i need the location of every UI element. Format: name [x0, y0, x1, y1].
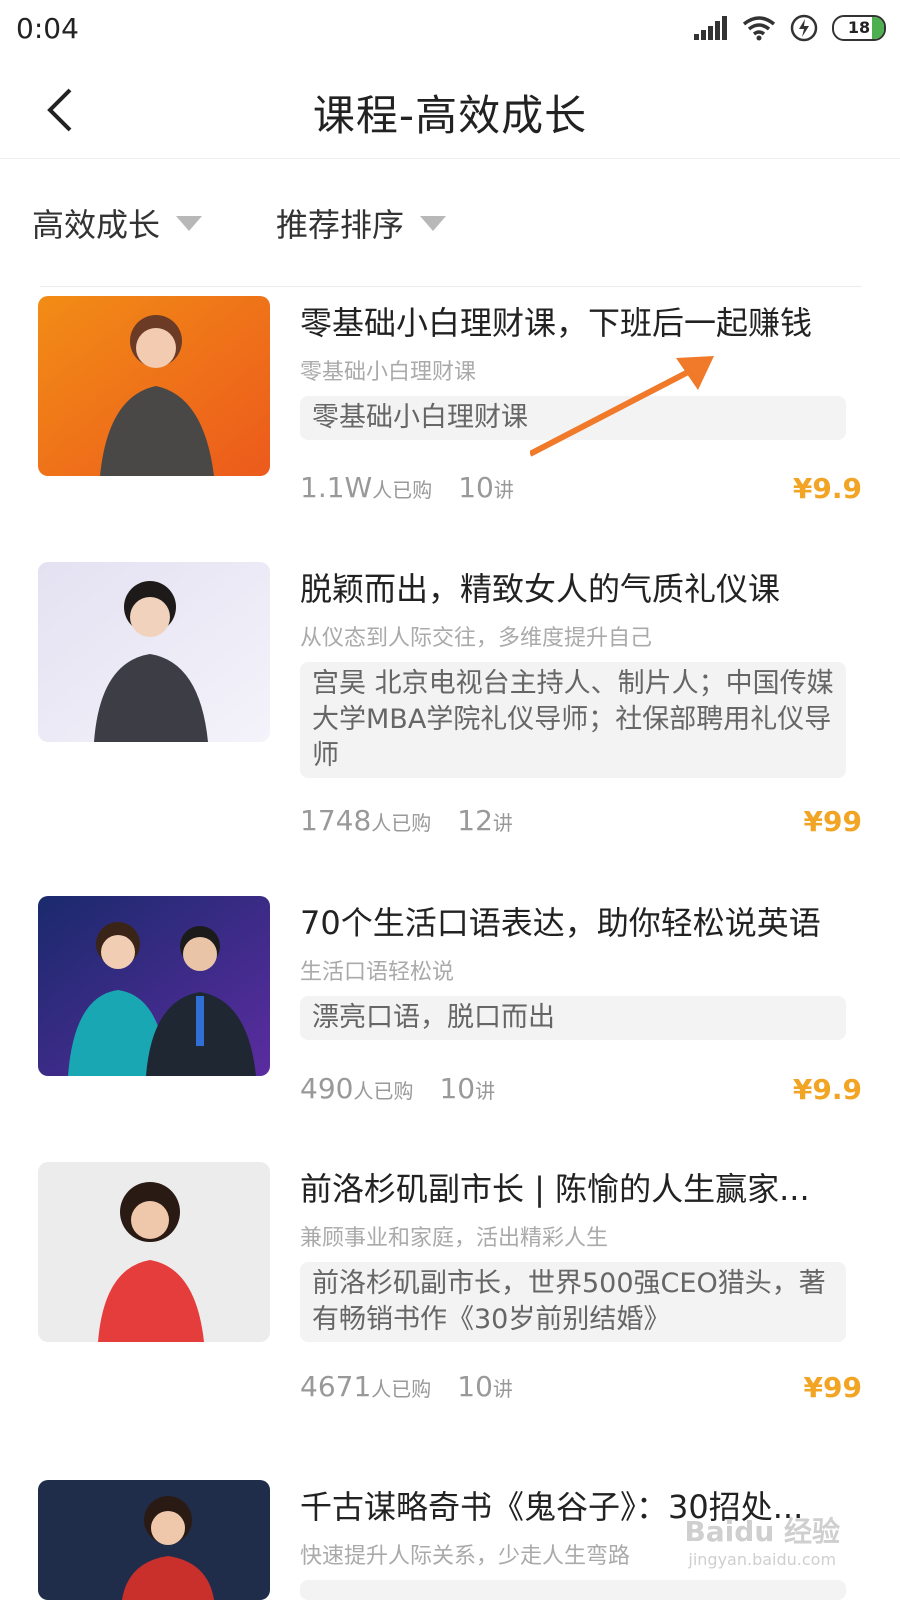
- dropdown-arrow-icon: [420, 215, 447, 231]
- buyers-suffix: 人已购: [371, 811, 432, 835]
- buyers-count: 4671: [300, 1370, 372, 1403]
- course-price: ¥99: [803, 805, 862, 838]
- filter-bar: 高效成长 推荐排序: [0, 158, 900, 280]
- course-thumbnail: [38, 1162, 270, 1342]
- status-time: 0:04: [16, 12, 79, 45]
- course-tag: 宫昊 北京电视台主持人、制片人；中国传媒大学MBA学院礼仪导师；社保部聘用礼仪导…: [300, 662, 846, 778]
- course-subtitle: 零基础小白理财课: [300, 360, 477, 385]
- course-thumbnail: [38, 896, 270, 1076]
- watermark: Baidu 经验 jingyan.baidu.com: [684, 1510, 840, 1569]
- course-title: 零基础小白理财课，下班后一起赚钱: [300, 304, 813, 342]
- lessons-count: 10: [457, 1370, 493, 1403]
- course-price: ¥99: [803, 1371, 862, 1404]
- course-meta: 1748 人已购 12 讲: [300, 804, 539, 837]
- battery-icon: 18: [832, 15, 886, 41]
- lessons-suffix: 讲: [475, 1079, 496, 1103]
- filter-sort[interactable]: 推荐排序: [276, 200, 447, 246]
- course-thumbnail: [38, 1480, 270, 1600]
- divider: [40, 286, 862, 287]
- signal-icon: [694, 16, 727, 40]
- lessons-suffix: 讲: [493, 478, 514, 502]
- buyers-count: 490: [300, 1072, 354, 1105]
- course-thumbnail: [38, 296, 270, 476]
- course-title: 脱颖而出，精致女人的气质礼仪课: [300, 570, 781, 608]
- course-subtitle: 快速提升人际关系，少走人生弯路: [300, 1544, 631, 1569]
- status-bar: 0:04 18: [0, 0, 900, 62]
- filter-sort-label: 推荐排序: [276, 206, 405, 244]
- course-tag: [300, 1580, 846, 1600]
- course-thumbnail: [38, 562, 270, 742]
- buyers-suffix: 人已购: [371, 1377, 432, 1401]
- filter-category[interactable]: 高效成长: [32, 200, 203, 246]
- buyers-count: 1748: [300, 804, 372, 837]
- buyers-suffix: 人已购: [353, 1079, 414, 1103]
- course-subtitle: 生活口语轻松说: [300, 960, 455, 985]
- course-tag: 前洛杉矶副市长，世界500强CEO猎头，著有畅销书作《30岁前别结婚》: [300, 1262, 846, 1342]
- lessons-count: 10: [439, 1072, 476, 1105]
- wifi-icon: [742, 16, 776, 41]
- nav-bar: 课程-高效成长: [0, 62, 900, 159]
- course-subtitle: 兼顾事业和家庭，活出精彩人生: [300, 1226, 609, 1251]
- lessons-suffix: 讲: [492, 1377, 513, 1401]
- course-subtitle: 从仪态到人际交往，多维度提升自己: [300, 626, 653, 651]
- course-tag: 漂亮口语，脱口而出: [300, 996, 846, 1040]
- annotation-arrow-icon: [530, 356, 714, 457]
- watermark-main: Baidu 经验: [684, 1515, 840, 1548]
- course-price: ¥9.9: [792, 1073, 862, 1106]
- dropdown-arrow-icon: [176, 215, 203, 231]
- course-meta: 4671 人已购 10 讲: [300, 1370, 539, 1403]
- lessons-count: 12: [457, 804, 493, 837]
- course-price: ¥9.9: [792, 472, 862, 505]
- course-meta: 490 人已购 10 讲: [300, 1072, 521, 1105]
- watermark-sub: jingyan.baidu.com: [688, 1550, 837, 1569]
- course-title: 70个生活口语表达，助你轻松说英语: [300, 904, 821, 942]
- charging-icon: [790, 14, 818, 42]
- course-title: 前洛杉矶副市长 | 陈愉的人生赢家...: [300, 1170, 810, 1208]
- buyers-suffix: 人已购: [372, 478, 433, 502]
- filter-category-label: 高效成长: [32, 206, 161, 244]
- battery-level: 18: [847, 18, 871, 37]
- status-icons: 18: [694, 14, 886, 42]
- page-title: 课程-高效成长: [312, 91, 588, 140]
- buyers-count: 1.1W: [300, 471, 373, 504]
- lessons-count: 10: [458, 471, 494, 504]
- course-meta: 1.1W 人已购 10 讲: [300, 471, 540, 504]
- lessons-suffix: 讲: [492, 811, 513, 835]
